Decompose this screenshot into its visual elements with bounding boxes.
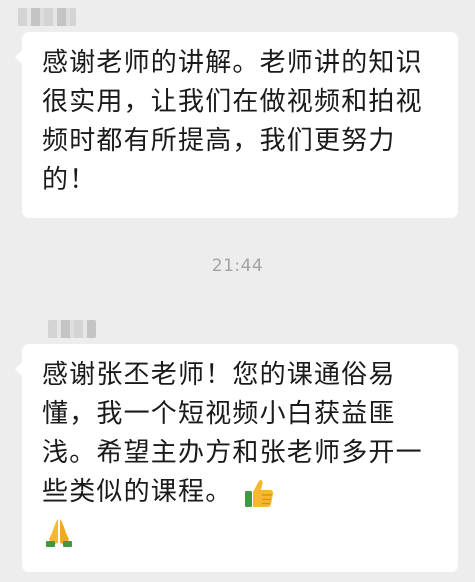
bubble-tail [15, 50, 22, 64]
sender-name-redacted [18, 8, 76, 26]
timestamp: 21:44 [211, 256, 264, 276]
message-text: 感谢老师的讲解。老师讲的知识很实用，让我们在做视频和拍视频时都有所提高，我们更努… [42, 48, 423, 195]
bubble-tail [15, 362, 22, 376]
thumbs-up-icon [242, 476, 276, 510]
message-text: 感谢张丕老师！您的课通俗易懂，我一个短视频小白获益匪浅。希望主办方和张老师多开一… [42, 360, 423, 507]
message-bubble[interactable]: 感谢张丕老师！您的课通俗易懂，我一个短视频小白获益匪浅。希望主办方和张老师多开一… [15, 344, 458, 572]
message-bubble[interactable]: 感谢老师的讲解。老师讲的知识很实用，让我们在做视频和拍视频时都有所提高，我们更努… [15, 32, 458, 218]
folded-hands-icon [42, 515, 76, 549]
sender-name-redacted [48, 320, 96, 338]
